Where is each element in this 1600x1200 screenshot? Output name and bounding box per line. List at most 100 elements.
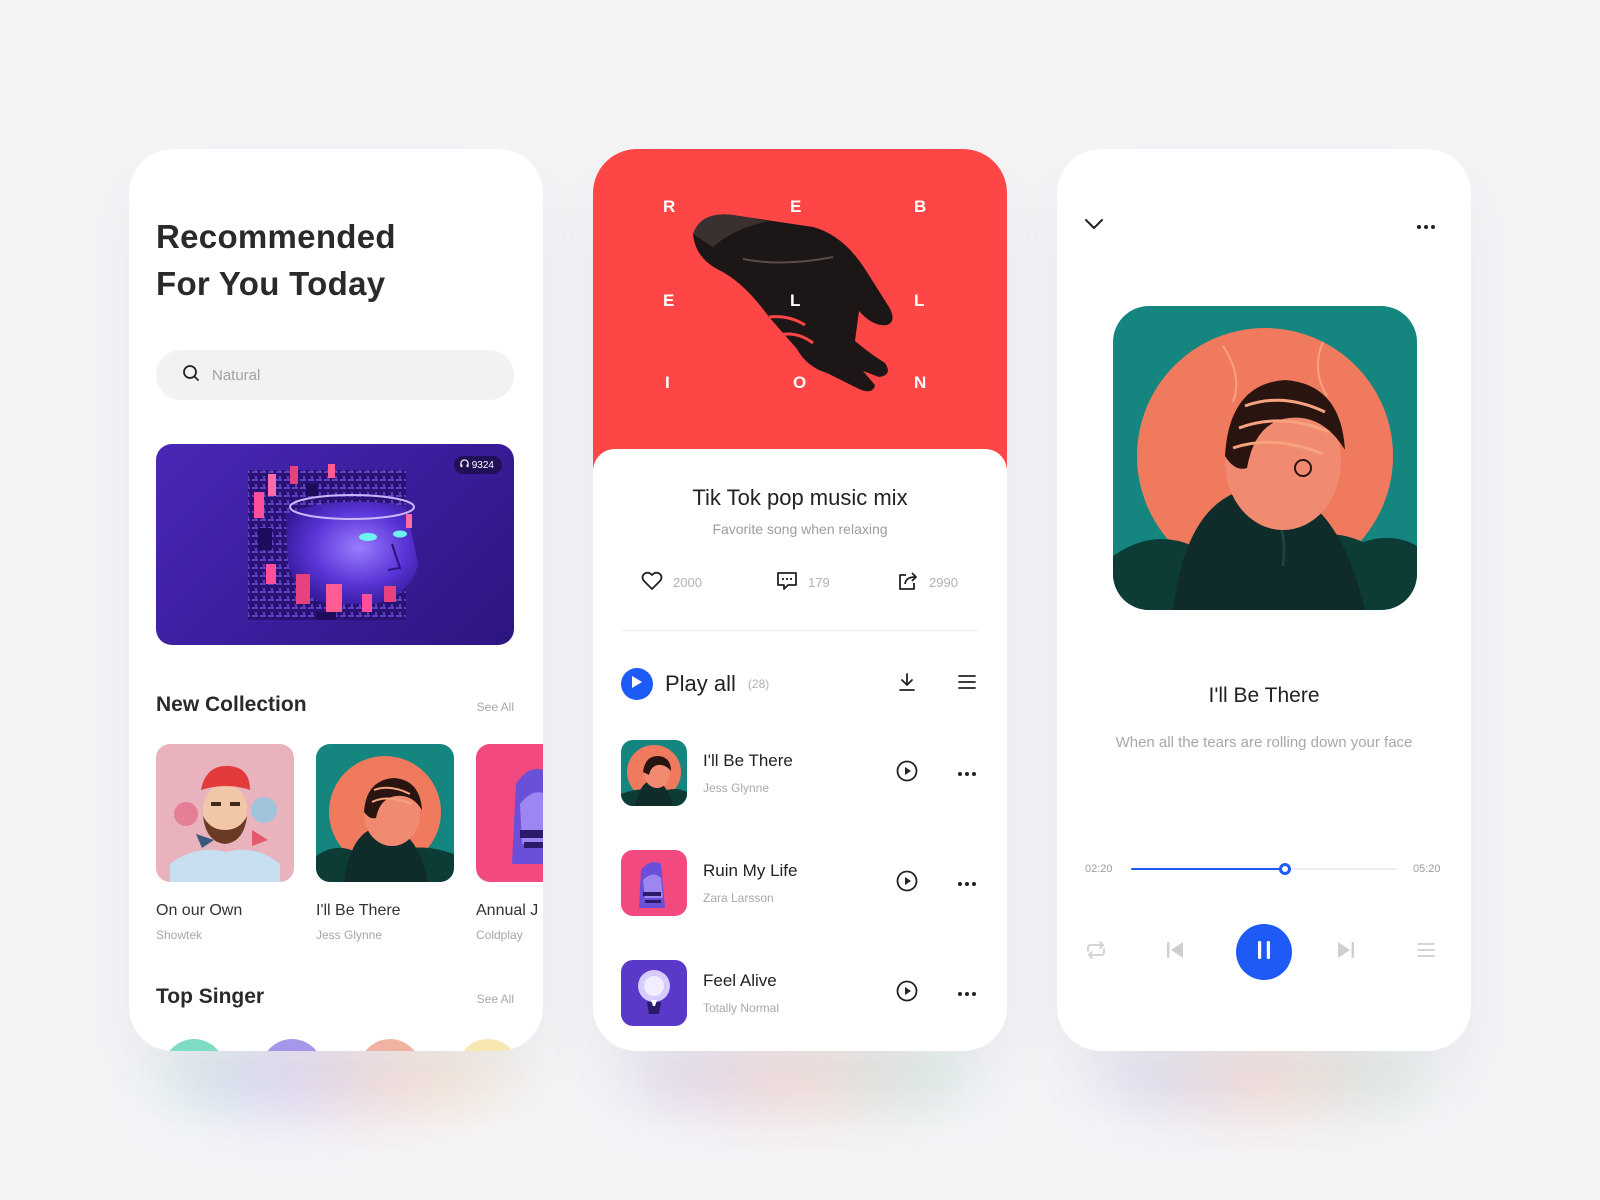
- queue-button[interactable]: [1414, 924, 1438, 980]
- search-icon: [182, 364, 200, 387]
- track-art: [621, 850, 687, 916]
- singer-avatar[interactable]: [261, 1039, 323, 1051]
- previous-button[interactable]: [1163, 924, 1187, 980]
- card2-glow: [630, 1040, 970, 1120]
- track-row[interactable]: I'll Be There Jess Glynne: [621, 740, 979, 806]
- repeat-button[interactable]: [1083, 924, 1109, 980]
- track-row[interactable]: Feel Alive Totally Normal: [621, 960, 979, 1026]
- queue-list-icon: [1416, 941, 1436, 964]
- collection-title: Annual J: [476, 902, 539, 919]
- new-collection-header: New Collection See All: [156, 693, 514, 717]
- more-horizontal-icon: [957, 874, 977, 892]
- pause-button[interactable]: [1236, 924, 1292, 980]
- play-circle-icon: [896, 980, 918, 1007]
- track-artist: Totally Normal: [703, 1001, 780, 1015]
- more-button[interactable]: [955, 761, 979, 785]
- play-circle-icon: [896, 870, 918, 897]
- play-track-button[interactable]: [895, 980, 919, 1007]
- see-all-top-singer-link[interactable]: See All: [477, 992, 514, 1006]
- section-title-top-singer: Top Singer: [156, 985, 265, 1008]
- download-button[interactable]: [895, 672, 919, 696]
- collection-title: I'll Be There: [316, 902, 401, 919]
- song-title: I'll Be There: [1208, 684, 1320, 707]
- skip-previous-icon: [1165, 940, 1185, 965]
- playback-controls: [1057, 924, 1471, 980]
- collection-title: On our Own: [156, 902, 243, 919]
- chevron-down-icon: [1084, 217, 1104, 235]
- play-track-button[interactable]: [895, 870, 919, 897]
- cover-letter: I: [665, 373, 671, 392]
- play-circle-icon: [896, 760, 918, 787]
- singer-avatar[interactable]: [359, 1039, 421, 1051]
- collection-list: On our Own Showtek I'll Be There Jess Gl…: [156, 744, 543, 942]
- listen-count-badge: 9324: [453, 456, 502, 474]
- playlist-screen: R E B E L L I O N Tik Tok pop music mix …: [593, 149, 1007, 1051]
- album-art: [316, 744, 454, 882]
- cover-letter: E: [790, 197, 803, 216]
- cover-letter: N: [914, 373, 928, 392]
- comment-count: 179: [808, 575, 830, 590]
- card3-glow: [1100, 1040, 1430, 1120]
- repeat-icon: [1084, 940, 1108, 965]
- skip-next-icon: [1336, 940, 1356, 965]
- list-icon: [957, 673, 977, 696]
- page-title-line2: For You Today: [156, 265, 386, 302]
- singer-avatar[interactable]: [163, 1039, 225, 1051]
- play-all-button[interactable]: [621, 668, 653, 700]
- collapse-button[interactable]: [1081, 213, 1107, 239]
- album-cover: [1113, 306, 1417, 610]
- play-all-label[interactable]: Play all: [665, 671, 736, 697]
- singer-avatar[interactable]: [457, 1039, 519, 1051]
- page-title: Recommended For You Today: [156, 213, 396, 307]
- collection-item[interactable]: I'll Be There Jess Glynne: [316, 744, 454, 942]
- more-horizontal-icon: [957, 984, 977, 1002]
- track-row[interactable]: Ruin My Life Zara Larsson: [621, 850, 979, 916]
- see-all-new-collection-link[interactable]: See All: [477, 700, 514, 714]
- comment-icon: [776, 571, 798, 594]
- play-track-button[interactable]: [895, 760, 919, 787]
- share-count: 2990: [929, 575, 958, 590]
- like-stat[interactable]: 2000: [641, 571, 702, 594]
- progress-slider[interactable]: [1131, 863, 1397, 875]
- listen-count: 9324: [471, 459, 494, 471]
- track-title: I'll Be There: [703, 751, 793, 770]
- comment-stat[interactable]: 179: [776, 571, 830, 594]
- playlist-panel: Tik Tok pop music mix Favorite song when…: [593, 449, 1007, 1051]
- divider: [621, 630, 979, 631]
- lyric-line: When all the tears are rolling down your…: [1115, 734, 1413, 751]
- track-art: [621, 740, 687, 806]
- collection-item[interactable]: Annual J Coldplay: [476, 744, 543, 942]
- cover-letter: L: [914, 291, 926, 310]
- more-button[interactable]: [955, 871, 979, 895]
- share-icon: [897, 571, 919, 594]
- album-art: [476, 744, 543, 882]
- album-art: [156, 744, 294, 882]
- next-button[interactable]: [1334, 924, 1358, 980]
- share-stat[interactable]: 2990: [897, 571, 958, 594]
- top-singer-header: Top Singer See All: [156, 985, 514, 1009]
- featured-banner-art: [248, 464, 418, 620]
- pause-icon: [1256, 940, 1272, 965]
- cover-letter: B: [914, 197, 928, 216]
- download-icon: [897, 672, 917, 697]
- more-horizontal-icon: [957, 764, 977, 782]
- list-menu-button[interactable]: [955, 672, 979, 696]
- more-button[interactable]: [955, 981, 979, 1005]
- track-artist: Jess Glynne: [703, 781, 770, 795]
- singer-list: [163, 1039, 519, 1051]
- track-art: [621, 960, 687, 1026]
- page-title-line1: Recommended: [156, 218, 396, 255]
- collection-artist: Showtek: [156, 928, 203, 942]
- collection-artist: Jess Glynne: [316, 928, 383, 942]
- collection-artist: Coldplay: [476, 928, 523, 942]
- more-options-button[interactable]: [1413, 213, 1439, 239]
- collection-item[interactable]: On our Own Showtek: [156, 744, 294, 942]
- search-input[interactable]: [212, 366, 472, 384]
- cover-letter: O: [793, 373, 808, 392]
- cover-letter: R: [663, 197, 677, 216]
- search-bar[interactable]: [156, 350, 514, 400]
- track-title: Ruin My Life: [703, 861, 798, 880]
- track-title: Feel Alive: [703, 971, 777, 990]
- featured-banner[interactable]: 9324: [156, 444, 514, 645]
- progress-thumb[interactable]: [1279, 863, 1292, 875]
